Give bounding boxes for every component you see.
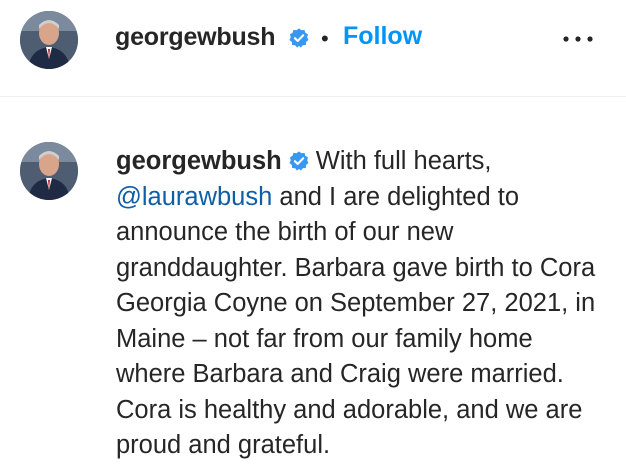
verified-badge-icon [289,28,309,48]
caption-start: With full hearts, [315,147,492,175]
separator-dot: • [321,26,329,51]
profile-avatar[interactable] [20,11,78,69]
caption-text: georgewbush With full hearts, @laurawbush… [116,144,606,464]
more-horizontal-icon[interactable] [558,24,598,54]
caption-avatar[interactable] [20,142,78,200]
post-header: georgewbush • Follow [0,0,626,97]
verified-badge-icon [289,151,309,171]
avatar-image [20,11,78,69]
mention-link[interactable]: @laurawbush [116,183,272,211]
avatar-image [20,142,78,200]
caption-rest: and I are delighted to announce the birt… [116,182,596,460]
header-username[interactable]: georgewbush [115,23,276,52]
follow-button[interactable]: Follow [343,22,422,51]
caption-username[interactable]: georgewbush [116,147,282,175]
